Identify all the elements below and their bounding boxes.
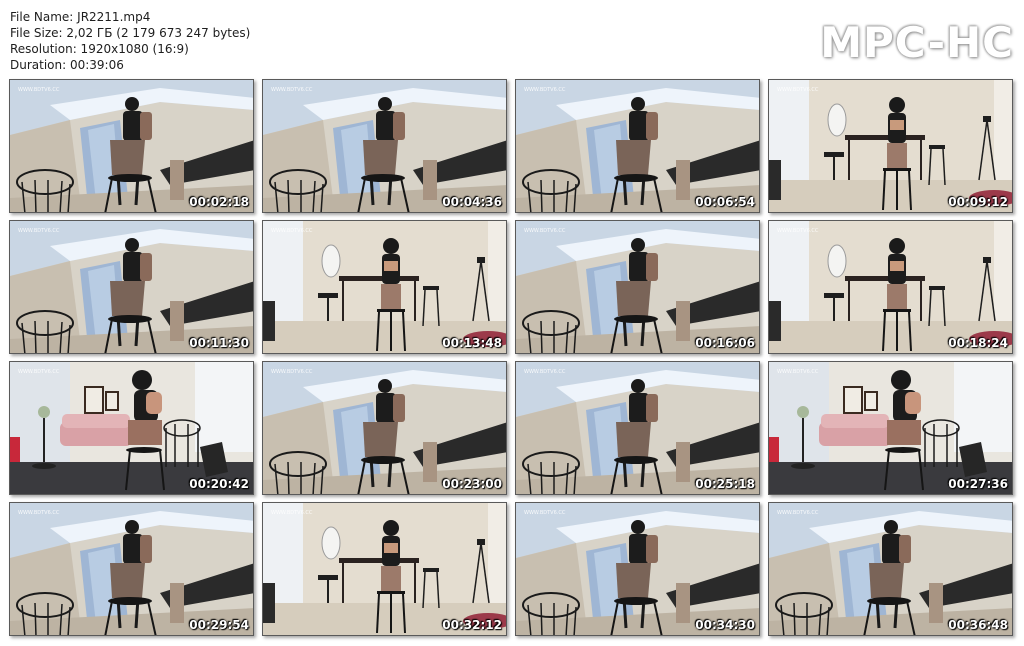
thumbnail-watermark: WWW.BDTV6.CC: [18, 228, 60, 234]
resolution-text: Resolution: 1920x1080 (16:9): [10, 42, 189, 56]
thumbnail-timestamp: 00:06:54: [695, 195, 755, 209]
thumbnail-watermark: WWW.BDTV6.CC: [271, 369, 313, 375]
thumbnail-watermark: WWW.BDTV6.CC: [524, 87, 566, 93]
video-thumbnail: WWW.BDTV6.CC 00:09:12: [768, 79, 1013, 213]
video-thumbnail: WWW.BDTV6.CC 00:16:06: [515, 220, 760, 354]
thumbnail-timestamp: 00:23:00: [442, 477, 502, 491]
thumbnail-watermark: WWW.BDTV6.CC: [777, 510, 819, 516]
thumbnail-frame-image: [516, 503, 759, 635]
thumbnail-watermark: WWW.BDTV6.CC: [18, 369, 60, 375]
thumbnail-watermark: WWW.BDTV6.CC: [271, 228, 313, 234]
file-size-text: File Size: 2,02 ГБ (2 179 673 247 bytes): [10, 26, 251, 40]
video-thumbnail: WWW.BDTV6.CC 00:23:00: [262, 361, 507, 495]
thumbnail-watermark: WWW.BDTV6.CC: [777, 87, 819, 93]
video-thumbnail: WWW.BDTV6.CC 00:25:18: [515, 361, 760, 495]
mpc-hc-logo: MPC-HC: [820, 18, 1014, 67]
video-thumbnail: WWW.BDTV6.CC 00:20:42: [9, 361, 254, 495]
thumbnail-watermark: WWW.BDTV6.CC: [777, 228, 819, 234]
thumbnail-watermark: WWW.BDTV6.CC: [271, 510, 313, 516]
thumbnail-frame-image: [769, 503, 1012, 635]
thumbnail-frame-image: [263, 362, 506, 494]
thumbnail-timestamp: 00:09:12: [948, 195, 1008, 209]
thumbnail-timestamp: 00:02:18: [189, 195, 249, 209]
thumbnail-timestamp: 00:27:36: [948, 477, 1008, 491]
video-thumbnail: WWW.BDTV6.CC 00:36:48: [768, 502, 1013, 636]
thumbnail-timestamp: 00:34:30: [695, 618, 755, 632]
video-thumbnail: WWW.BDTV6.CC 00:04:36: [262, 79, 507, 213]
thumbnail-frame-image: [10, 503, 253, 635]
video-thumbnail: WWW.BDTV6.CC 00:13:48: [262, 220, 507, 354]
thumbnail-timestamp: 00:04:36: [442, 195, 502, 209]
duration-text: Duration: 00:39:06: [10, 58, 124, 72]
video-thumbnail: WWW.BDTV6.CC 00:02:18: [9, 79, 254, 213]
video-thumbnail: WWW.BDTV6.CC 00:32:12: [262, 502, 507, 636]
thumbnail-watermark: WWW.BDTV6.CC: [777, 369, 819, 375]
video-thumbnail: WWW.BDTV6.CC 00:27:36: [768, 361, 1013, 495]
video-thumbnail: WWW.BDTV6.CC 00:29:54: [9, 502, 254, 636]
thumbnail-frame-image: [10, 362, 253, 494]
thumbnail-frame-image: [769, 80, 1012, 212]
video-thumbnail: WWW.BDTV6.CC 00:06:54: [515, 79, 760, 213]
thumbnail-timestamp: 00:36:48: [948, 618, 1008, 632]
video-thumbnail: WWW.BDTV6.CC 00:11:30: [9, 220, 254, 354]
thumbnail-timestamp: 00:18:24: [948, 336, 1008, 350]
thumbnail-timestamp: 00:13:48: [442, 336, 502, 350]
thumbnail-frame-image: [10, 221, 253, 353]
thumbnail-watermark: WWW.BDTV6.CC: [18, 510, 60, 516]
thumbnail-frame-image: [10, 80, 253, 212]
thumbnail-frame-image: [516, 362, 759, 494]
thumbnail-grid: WWW.BDTV6.CC 00:02:18 WWW.BDTV6.CC 00:04:3…: [9, 79, 1013, 636]
file-name-text: File Name: JR2211.mp4: [10, 10, 151, 24]
thumbnail-frame-image: [263, 503, 506, 635]
thumbnail-timestamp: 00:29:54: [189, 618, 249, 632]
thumbnail-frame-image: [769, 221, 1012, 353]
thumbnail-frame-image: [263, 80, 506, 212]
file-info-panel: File Name: JR2211.mp4 File Size: 2,02 ГБ…: [10, 9, 250, 73]
thumbnail-watermark: WWW.BDTV6.CC: [18, 87, 60, 93]
thumbnail-timestamp: 00:16:06: [695, 336, 755, 350]
thumbnail-frame-image: [516, 221, 759, 353]
video-thumbnail: WWW.BDTV6.CC 00:18:24: [768, 220, 1013, 354]
thumbnail-watermark: WWW.BDTV6.CC: [524, 369, 566, 375]
thumbnail-timestamp: 00:25:18: [695, 477, 755, 491]
thumbnail-frame-image: [263, 221, 506, 353]
thumbnail-timestamp: 00:11:30: [189, 336, 249, 350]
thumbnail-timestamp: 00:20:42: [189, 477, 249, 491]
thumbnail-watermark: WWW.BDTV6.CC: [271, 87, 313, 93]
thumbnail-watermark: WWW.BDTV6.CC: [524, 228, 566, 234]
thumbnail-timestamp: 00:32:12: [442, 618, 502, 632]
thumbnail-frame-image: [516, 80, 759, 212]
thumbnail-frame-image: [769, 362, 1012, 494]
video-thumbnail: WWW.BDTV6.CC 00:34:30: [515, 502, 760, 636]
thumbnail-watermark: WWW.BDTV6.CC: [524, 510, 566, 516]
